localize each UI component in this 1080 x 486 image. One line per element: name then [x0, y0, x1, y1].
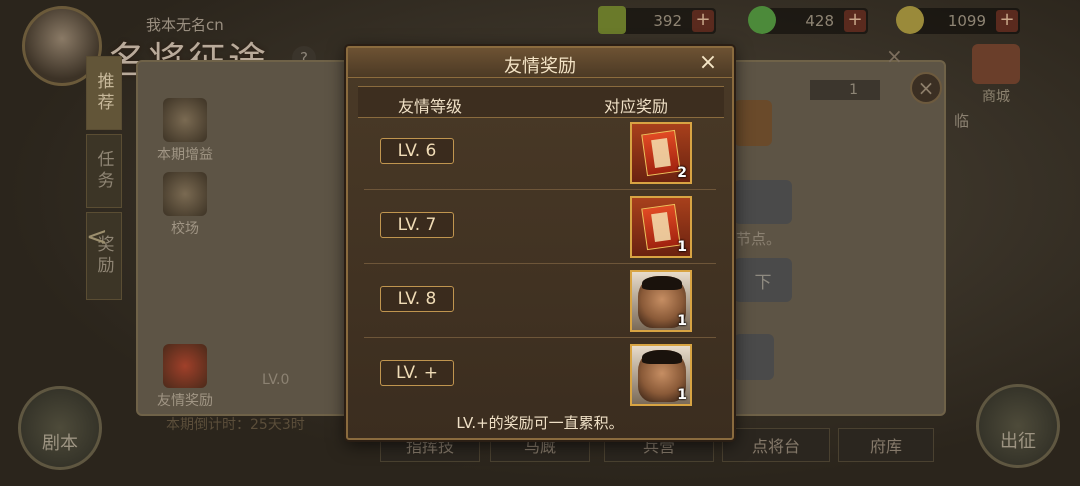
add-resource-button[interactable]: +: [844, 10, 866, 32]
resource-gold: 1099 +: [896, 6, 1020, 34]
bowl-counter: 1: [810, 80, 880, 100]
side-item-arena[interactable]: 校场: [140, 172, 230, 238]
side-item-friendship-reward[interactable]: 友情奖励: [140, 344, 230, 410]
scenario-button[interactable]: 剧本: [18, 386, 102, 470]
level-badge: LV. +: [380, 360, 454, 386]
column-level: 友情等级: [398, 97, 463, 116]
green-jade-icon: [748, 6, 776, 34]
reward-item[interactable]: 1: [630, 196, 692, 258]
menu-treasury[interactable]: 府库: [838, 428, 934, 462]
tab-tasks[interactable]: 任务: [86, 134, 122, 208]
table-row: LV. 7 1: [364, 190, 716, 264]
bg-hint-text: 临: [954, 112, 970, 130]
level-badge: LV. 7: [380, 212, 454, 238]
menu-general-stage[interactable]: 点将台: [722, 428, 830, 462]
friendship-level: LV.0: [262, 372, 290, 388]
march-button[interactable]: 出征: [976, 384, 1060, 468]
column-reward: 对应奖励: [604, 97, 669, 116]
dialog-header: 友情奖励 ×: [348, 48, 732, 78]
add-resource-button[interactable]: +: [996, 10, 1018, 32]
bg-button[interactable]: [734, 100, 772, 146]
reward-count: 1: [677, 387, 687, 403]
collapse-arrow-icon[interactable]: <: [86, 222, 108, 252]
dialog-title: 友情奖励: [504, 56, 576, 77]
reward-count: 1: [677, 313, 687, 329]
general-token-icon: [641, 203, 681, 251]
friendship-reward-dialog: 友情奖励 × 友情等级 对应奖励 LV. 6 2 LV. 7 1 LV. 8 1…: [346, 46, 734, 440]
add-resource-button[interactable]: +: [692, 10, 714, 32]
table-row: LV. 8 1: [364, 264, 716, 338]
reward-item[interactable]: 1: [630, 270, 692, 332]
bamboo-scroll-icon: [598, 6, 626, 34]
bg-button[interactable]: [734, 334, 774, 380]
bg-button-down[interactable]: 下: [734, 258, 792, 302]
gift-bag-icon: [163, 344, 207, 388]
arena-gate-icon: [163, 172, 207, 216]
left-tab-bar: 推荐 任务 奖励: [86, 56, 122, 304]
bg-hint-text: 节点。: [736, 230, 782, 248]
resource-value: 428: [805, 12, 834, 30]
resource-jade: 428 +: [748, 6, 868, 34]
reward-item[interactable]: 1: [630, 344, 692, 406]
side-item-label: 友情奖励: [157, 393, 213, 409]
close-icon[interactable]: ×: [696, 51, 720, 75]
table-row: LV. + 1: [364, 338, 716, 412]
close-icon[interactable]: ×: [886, 44, 903, 68]
panel-close-button[interactable]: ×: [910, 72, 942, 104]
reward-count: 1: [677, 239, 687, 255]
resource-bamboo: 392 +: [598, 6, 716, 34]
side-item-label: 本期增益: [157, 147, 213, 163]
dialog-footer-note: LV.+的奖励可一直累积。: [456, 414, 624, 432]
countdown-text: 本期倒计时：25天3时: [166, 417, 305, 433]
resource-value: 1099: [947, 12, 986, 30]
reward-item[interactable]: 2: [630, 122, 692, 184]
resource-value: 392: [653, 12, 682, 30]
shop-building-icon: [972, 44, 1020, 84]
table-row: LV. 6 2: [364, 116, 716, 190]
tab-recommend[interactable]: 推荐: [86, 56, 122, 130]
scroll-icon: [163, 98, 207, 142]
bg-button[interactable]: [734, 180, 792, 224]
side-item-label: 校场: [171, 221, 199, 237]
reward-count: 2: [677, 165, 687, 181]
side-item-buff[interactable]: 本期增益: [140, 98, 230, 164]
gold-ingot-icon: [896, 6, 924, 34]
level-badge: LV. 8: [380, 286, 454, 312]
shop-button[interactable]: 商城: [966, 44, 1026, 106]
general-token-icon: [641, 129, 681, 177]
table-header: 友情等级 对应奖励: [358, 86, 724, 118]
level-badge: LV. 6: [380, 138, 454, 164]
shop-label: 商城: [982, 89, 1010, 105]
